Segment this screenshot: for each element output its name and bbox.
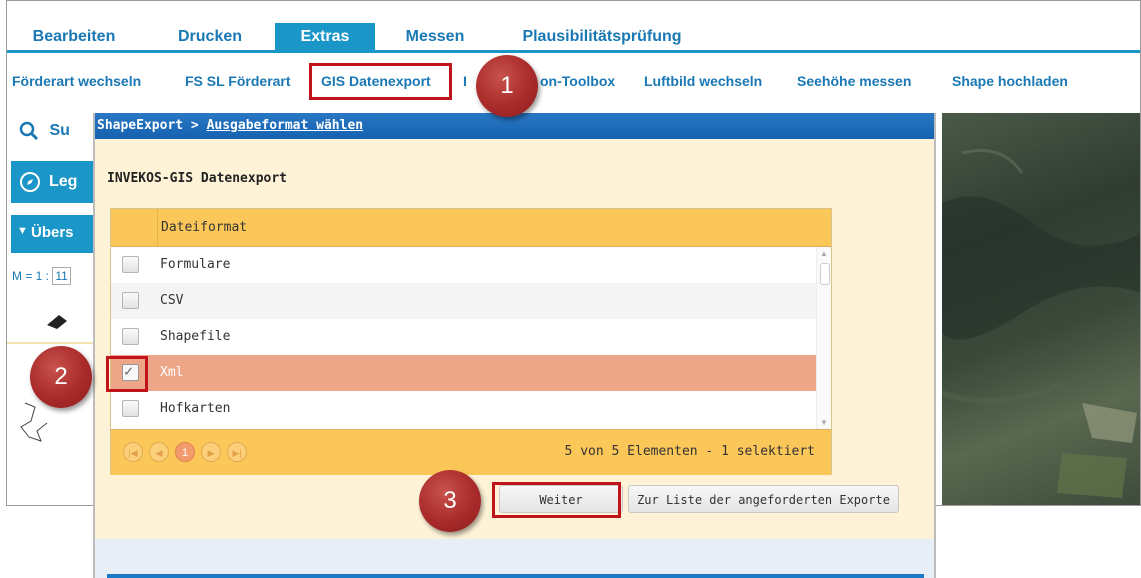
table-row[interactable]: Hofkarten	[111, 391, 816, 427]
step-badge-1: 1	[476, 55, 538, 117]
grid-header: Dateiformat	[111, 209, 831, 247]
format-grid: Dateiformat Formulare CSV Shapefile ✓ Xm…	[110, 208, 832, 475]
dialog-heading: INVEKOS-GIS Datenexport	[107, 171, 288, 186]
caret-down-icon: ▼	[17, 225, 28, 237]
grid-pager: |◀ ◀ 1 ▶ ▶| 5 von 5 Elementen - 1 selekt…	[111, 429, 831, 475]
first-page-icon[interactable]: |◀	[123, 442, 143, 462]
grid-scrollbar[interactable]: ▲ ▼	[816, 247, 831, 429]
export-list-button[interactable]: Zur Liste der angeforderten Exporte	[628, 485, 899, 513]
map-texture	[941, 149, 1140, 498]
tab-plausibilitaetspruefung[interactable]: Plausibilitätsprüfung	[507, 23, 697, 50]
step-badge-2: 2	[30, 346, 92, 408]
aerial-map[interactable]	[941, 113, 1140, 505]
highlight-gis-datenexport	[309, 63, 452, 100]
step-badge-3: 3	[419, 470, 481, 532]
toolbar-shape-hochladen[interactable]: Shape hochladen	[952, 73, 1068, 89]
toolbar-seehoehe-messen[interactable]: Seehöhe messen	[797, 73, 911, 89]
tab-drucken[interactable]: Drucken	[167, 23, 253, 50]
compass-icon	[20, 172, 40, 192]
scale-input[interactable]: 11	[52, 267, 71, 285]
highlight-weiter-button	[492, 482, 621, 518]
table-row[interactable]: CSV	[111, 283, 816, 319]
scale-row: M = 1 : 11	[12, 267, 71, 285]
column-header-dateiformat[interactable]: Dateiformat	[157, 209, 816, 246]
uebersicht-bar[interactable]: ▼ Übers	[11, 215, 97, 253]
table-row[interactable]: Shapefile	[111, 319, 816, 355]
row-label: Hofkarten	[160, 401, 231, 416]
dialog-footer-bar	[107, 574, 924, 578]
row-label: Shapefile	[160, 329, 231, 344]
table-row-selected[interactable]: ✓ Xml	[111, 355, 816, 391]
dialog-footer	[95, 539, 934, 578]
toolbar-toolbox[interactable]: on-Toolbox	[540, 73, 615, 89]
page-number-current[interactable]: 1	[175, 442, 195, 462]
scroll-down-icon[interactable]: ▼	[820, 418, 828, 427]
row-label: CSV	[160, 293, 184, 308]
dialog-title-link[interactable]: Ausgabeformat wählen	[207, 118, 364, 133]
row-checkbox[interactable]	[122, 328, 139, 345]
search-row[interactable]: Su	[19, 121, 70, 141]
legend-label: Leg	[49, 173, 78, 190]
legend-bar[interactable]: Leg	[11, 161, 97, 203]
prev-page-icon[interactable]: ◀	[149, 442, 169, 462]
scale-prefix: M = 1 :	[12, 269, 50, 283]
toolbar-partial-item[interactable]: I	[463, 73, 467, 89]
tab-extras[interactable]: Extras	[275, 23, 375, 50]
row-checkbox[interactable]	[122, 400, 139, 417]
main-tab-bar: Bearbeiten Drucken Extras Messen Plausib…	[7, 23, 1140, 53]
extras-toolbar: Förderart wechseln FS SL Förderart GIS D…	[7, 71, 1140, 93]
last-page-icon[interactable]: ▶|	[227, 442, 247, 462]
search-label: Su	[49, 122, 70, 139]
tab-bearbeiten[interactable]: Bearbeiten	[19, 23, 129, 50]
left-panel: Su Leg ▼ Übers M = 1 : 11	[7, 113, 97, 503]
dialog-titlebar: ShapeExport > Ausgabeformat wählen	[95, 113, 934, 139]
row-label: Formulare	[160, 257, 231, 272]
scroll-up-icon[interactable]: ▲	[820, 249, 828, 258]
toolbar-foerderart-wechseln[interactable]: Förderart wechseln	[12, 73, 141, 89]
scroll-thumb[interactable]	[820, 263, 830, 285]
dialog-title-prefix: ShapeExport >	[97, 118, 199, 133]
uebersicht-label: Übers	[31, 224, 74, 241]
highlight-xml-checkbox	[106, 356, 148, 392]
row-checkbox[interactable]	[122, 292, 139, 309]
tab-messen[interactable]: Messen	[390, 23, 480, 50]
row-checkbox[interactable]	[122, 256, 139, 273]
table-row[interactable]: Formulare	[111, 247, 816, 283]
pager-info: 5 von 5 Elementen - 1 selektiert	[564, 444, 815, 459]
search-icon	[19, 121, 39, 141]
toolbar-fs-sl-foerderart[interactable]: FS SL Förderart	[185, 73, 291, 89]
toolbar-luftbild-wechseln[interactable]: Luftbild wechseln	[644, 73, 762, 89]
row-label: Xml	[160, 365, 184, 380]
next-page-icon[interactable]: ▶	[201, 442, 221, 462]
